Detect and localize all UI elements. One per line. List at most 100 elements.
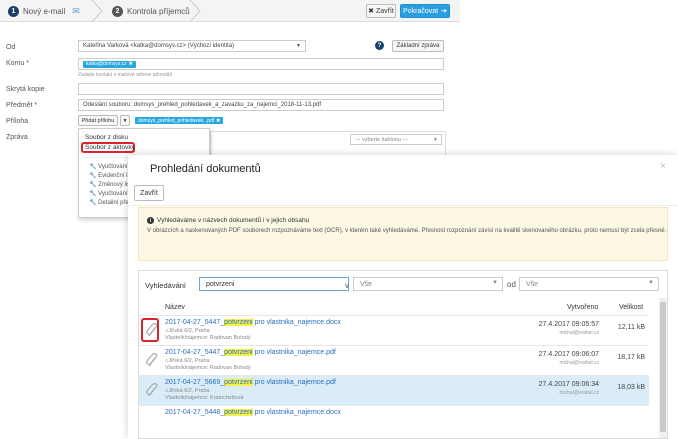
chevron-down-icon: ▼	[296, 43, 301, 49]
chip-remove-icon[interactable]: ✖	[216, 118, 220, 124]
search-input-value: potvrzeni	[206, 280, 235, 288]
document-created-by: michal@vrabel.cz	[559, 330, 599, 336]
from-select[interactable]: Kateřina Varková <katka@domsys.cz> (Vých…	[78, 40, 306, 52]
document-size: 12,11 kB	[617, 324, 645, 331]
document-name-suffix: pro vlastnika_najemce.pdf	[252, 349, 336, 356]
chip-remove-icon[interactable]: ✖	[129, 61, 133, 67]
document-name-prefix: 2017-04-27_5447_	[165, 319, 225, 326]
info-alert-text: V obrázcích a naskenovaných PDF souborec…	[147, 228, 667, 234]
step-new-email[interactable]: 1 Nový e-mail ✉	[8, 4, 80, 18]
message-label: Zpráva	[6, 134, 28, 141]
template-select[interactable]: --- vyberte šablonu --- ▼	[350, 134, 442, 145]
search-results-panel: Vyhledávání potvrzeni Vše ▼ v od Vše ▼ N…	[138, 270, 668, 439]
modal-close-button[interactable]: Zavřít	[134, 185, 164, 201]
from-select[interactable]: Vše ▼	[519, 277, 659, 291]
search-match-highlight: potvrzeni	[224, 379, 253, 386]
to-input[interactable]: katka@domsys.cz ✖	[78, 58, 444, 70]
document-name-link[interactable]: 2017-04-27_5448_potvrzeni pro vlastnika_…	[165, 409, 341, 416]
help-icon[interactable]: ?	[375, 41, 384, 50]
document-size: 18,17 kB	[617, 354, 645, 361]
document-name-link[interactable]: 2017-04-27_5447_potvrzeni pro vlastnika_…	[165, 349, 336, 356]
modal-divider	[128, 205, 678, 206]
subject-input[interactable]: Odeslání souboru: domsys_prehled_pohleda…	[78, 99, 444, 111]
recipient-chip-label: katka@domsys.cz	[86, 61, 127, 67]
results-scrollbar[interactable]	[659, 298, 667, 438]
continue-button[interactable]: Pokračovat ➔	[400, 4, 450, 18]
search-label: Vyhledávání	[145, 281, 187, 290]
from-select-value: Vše	[526, 280, 539, 288]
document-created-date: 27.4.2017 09:06:07	[538, 351, 599, 358]
table-row[interactable]: 2017-04-27_5448_potvrzeni pro vlastnika_…	[139, 405, 649, 439]
document-owner: Vlastník/nájemce: Radovan Bohatý	[165, 335, 251, 341]
add-attachment-button[interactable]: Přidat přílohu	[78, 115, 118, 126]
attachment-chip-label: domsys_prehled_pohledavek...pdf	[138, 117, 215, 124]
document-address: ⌂Jiřská 6/2, Praha	[165, 388, 210, 394]
step-recipients-check[interactable]: 2 Kontrola příjemců	[112, 4, 190, 18]
info-icon: i	[147, 217, 154, 224]
close-button[interactable]: ✖ Zavřít	[366, 4, 396, 18]
menu-item-file-from-disk[interactable]: Soubor z disku	[85, 134, 128, 141]
info-alert: i Vyhledáváme v názvech dokumentů i v je…	[138, 207, 668, 261]
menu-item-file-from-dossier[interactable]: Soubor z aktovky	[85, 144, 135, 151]
basic-message-button[interactable]: Základní zpráva	[392, 40, 444, 52]
step-number: 1	[8, 5, 19, 17]
document-created-date: 27.4.2017 09:05:57	[538, 321, 599, 328]
document-created-by: michal@vrabel.cz	[559, 390, 599, 396]
wrench-icon: 🔧	[89, 191, 97, 197]
document-size: 18,03 kB	[617, 384, 645, 391]
chevron-down-icon: ▼	[122, 117, 128, 124]
menu-sub-item[interactable]: 🔧 Změnový list	[89, 181, 132, 188]
step-separator-chevron	[91, 0, 103, 22]
document-address-text: Jiřská 6/2, Praha	[168, 328, 210, 334]
document-address-text: Jiřská 6/2, Praha	[168, 358, 210, 364]
search-input[interactable]: potvrzeni	[199, 277, 349, 291]
from-label: Od	[6, 44, 16, 51]
chevron-down-icon: ▼	[648, 280, 654, 286]
document-name-link[interactable]: 2017-04-27_5669_potvrzeni pro vlastnika_…	[165, 379, 336, 386]
step-label: Nový e-mail	[23, 6, 66, 16]
table-row[interactable]: 2017-04-27_5447_potvrzeni pro vlastnika_…	[139, 345, 649, 375]
bcc-input[interactable]	[78, 83, 444, 95]
column-header-name[interactable]: Název	[165, 304, 185, 311]
paperclip-icon	[146, 353, 158, 367]
modal-title: Prohledání dokumentů	[150, 163, 261, 175]
attachment-label: Příloha	[6, 118, 29, 125]
chevron-down-icon: ▼	[492, 280, 498, 286]
scope-select[interactable]: Vše ▼	[353, 277, 503, 291]
close-label: Zavřít	[375, 7, 394, 15]
menu-sub-item-label: Změnový list	[98, 182, 132, 188]
subject-value: Odeslání souboru: domsys_prehled_pohleda…	[83, 102, 322, 108]
document-name-prefix: 2017-04-27_5448_	[165, 409, 225, 416]
document-name-prefix: 2017-04-27_5669_	[165, 379, 225, 386]
document-name-prefix: 2017-04-27_5447_	[165, 349, 225, 356]
menu-sub-item[interactable]: 🔧 Evidenční list	[89, 172, 134, 179]
document-name-link[interactable]: 2017-04-27_5447_potvrzeni pro vlastnika_…	[165, 319, 341, 326]
scrollbar-thumb[interactable]	[660, 302, 666, 432]
envelope-icon: ✉	[72, 5, 80, 16]
table-row[interactable]: 2017-04-27_5447_potvrzeni pro vlastnika_…	[139, 315, 649, 345]
table-row-selected[interactable]: 2017-04-27_5669_potvrzeni pro vlastnika_…	[139, 375, 649, 405]
document-owner: Vlastník/nájemce: Kratochvílová	[165, 395, 244, 401]
attachment-chip[interactable]: domsys_prehled_pohledavek...pdf ✖	[135, 117, 224, 124]
wrench-icon: 🔧	[89, 173, 97, 179]
wizard-header: 1 Nový e-mail ✉ 2 Kontrola příjemců ✖ Za…	[0, 0, 460, 22]
menu-sub-item[interactable]: 🔧 Detailní přeh	[89, 199, 132, 206]
template-select-value: --- vyberte šablonu ---	[355, 136, 408, 143]
search-match-highlight: potvrzeni	[224, 409, 253, 416]
recipient-chip[interactable]: katka@domsys.cz ✖	[83, 60, 136, 68]
close-icon: ✖	[368, 8, 374, 15]
document-owner: Vlastník/nájemce: Radovan Bohatý	[165, 365, 251, 371]
column-header-created[interactable]: Vytvořeno	[567, 304, 598, 311]
document-search-modal: Prohledání dokumentů × Zavřít i Vyhledáv…	[128, 155, 678, 439]
highlight-box	[141, 318, 159, 342]
document-created-by: michal@vrabel.cz	[559, 360, 599, 366]
document-address: ⌂Jiřská 6/2, Praha	[165, 328, 210, 334]
document-name-suffix: pro vlastnika_najemce.docx	[252, 319, 341, 326]
chevron-down-icon: ▼	[433, 136, 438, 143]
search-match-highlight: potvrzeni	[224, 319, 253, 326]
attachment-menu-toggle[interactable]: ▼	[120, 115, 130, 126]
column-header-size[interactable]: Velikost	[619, 304, 643, 311]
step-label: Kontrola příjemců	[127, 6, 190, 16]
document-address-text: Jiřská 6/2, Praha	[168, 388, 210, 394]
close-icon[interactable]: ×	[660, 161, 666, 172]
